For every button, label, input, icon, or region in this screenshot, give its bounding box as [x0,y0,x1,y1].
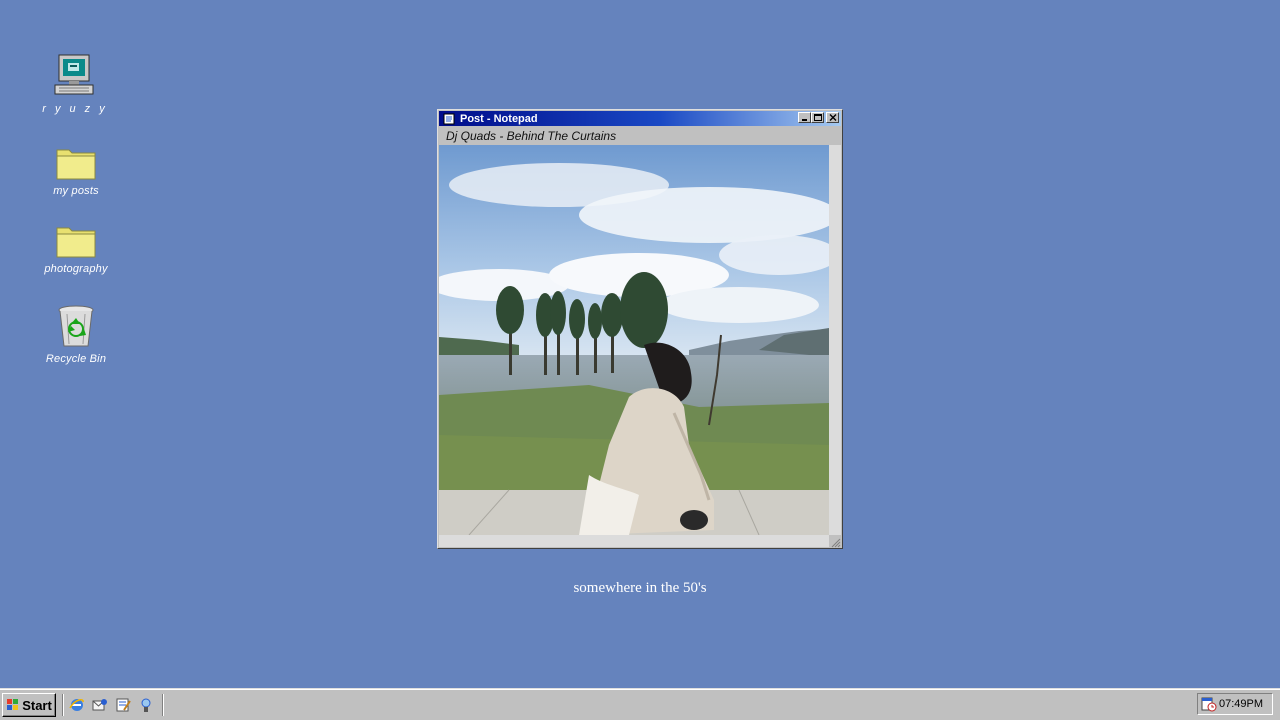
resize-grip-icon [831,538,841,548]
window-titlebar[interactable]: Post - Notepad [439,111,841,126]
recycle-bin-icon [58,305,94,347]
folder-icon [56,149,96,180]
maximize-icon [813,114,822,121]
my-computer-icon [54,54,94,95]
desktop-icon-photography[interactable]: photography [28,222,124,275]
post-photo [439,145,829,535]
desktop-icon-ryuzy[interactable]: r y u z y [27,52,123,115]
post-caption: somewhere in the 50's [573,580,707,596]
start-button[interactable]: Start [2,693,56,717]
start-label: Start [22,697,52,713]
window-controls [798,112,839,123]
media-icon [141,698,151,712]
desktop-icon-label: r y u z y [42,103,108,115]
folder-icon [56,227,96,258]
desktop-icon-recycle-bin[interactable]: Recycle Bin [28,302,124,365]
notepad-app-icon [443,113,455,124]
internet-explorer-icon [69,699,84,711]
close-icon [829,114,836,121]
horizontal-scrollbar[interactable] [439,535,829,547]
desktop-icon-label: my posts [53,185,99,197]
minimize-icon [801,119,807,121]
resize-grip[interactable] [829,535,841,548]
minimize-button[interactable] [798,112,811,123]
notepad-icon [116,698,131,712]
maximize-button[interactable] [811,112,824,123]
post-subtitle-bar: Dj Quads - Behind The Curtains [439,127,841,145]
taskbar-divider [62,694,64,716]
desktop-icon-label: Recycle Bin [45,353,107,365]
windows-logo-icon [7,699,19,710]
quick-launch-notepad[interactable] [114,695,132,715]
window-title: Post - Notepad [460,112,538,125]
quick-launch-outlook[interactable] [91,695,109,715]
vertical-scrollbar[interactable] [829,145,841,535]
scheduler-icon[interactable] [1201,696,1217,712]
desktop-icon-label: photography [44,263,108,275]
close-button[interactable] [826,112,839,123]
desktop-icon-my-posts[interactable]: my posts [28,144,124,197]
quick-launch [68,695,155,715]
taskbar-clock[interactable]: 07:49PM [1219,698,1263,710]
taskbar-divider [162,694,164,716]
taskbar: Start 07:49PM [0,688,1280,720]
system-tray: 07:49PM [1197,693,1273,715]
photo-image [439,145,829,535]
post-subtitle: Dj Quads - Behind The Curtains [446,129,617,143]
quick-launch-media[interactable] [137,695,155,715]
notepad-window[interactable]: Post - Notepad Dj Quads - Behind The Cur… [437,109,843,549]
outlook-express-icon [92,699,107,711]
quick-launch-ie[interactable] [68,695,86,715]
desktop: r y u z y my posts photography Recycle B… [0,0,1280,688]
